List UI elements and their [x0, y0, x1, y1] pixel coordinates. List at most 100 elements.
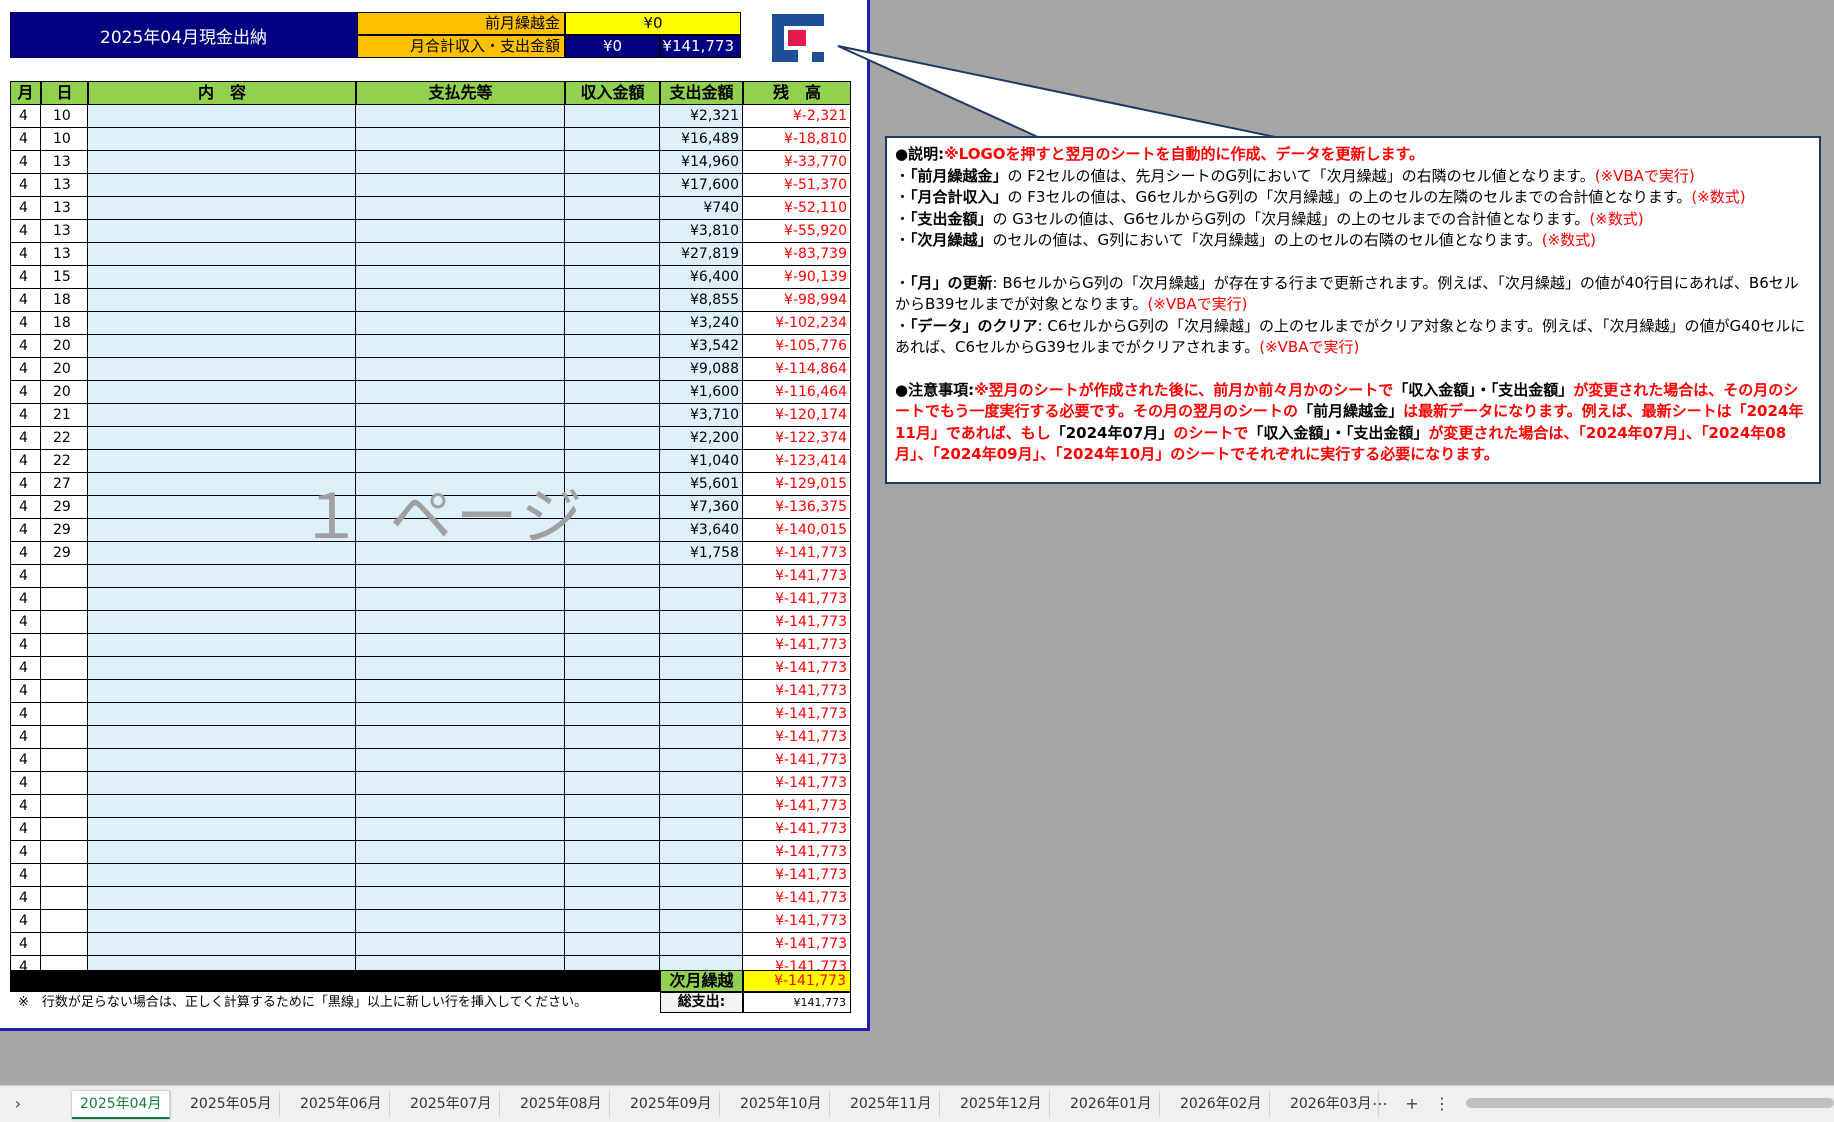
day-cell[interactable]	[41, 680, 88, 703]
day-cell[interactable]: 13	[41, 220, 88, 243]
expense-cell[interactable]	[660, 726, 743, 749]
income-cell[interactable]	[565, 772, 660, 795]
content-cell[interactable]	[88, 588, 356, 611]
balance-cell[interactable]: ¥-18,810	[743, 128, 851, 151]
month-cell[interactable]: 4	[10, 404, 41, 427]
expense-cell[interactable]: ¥3,240	[660, 312, 743, 335]
expense-cell[interactable]	[660, 634, 743, 657]
expense-cell[interactable]	[660, 657, 743, 680]
month-cell[interactable]: 4	[10, 841, 41, 864]
income-cell[interactable]	[565, 404, 660, 427]
balance-cell[interactable]: ¥-141,773	[743, 887, 851, 910]
day-cell[interactable]	[41, 657, 88, 680]
expense-cell[interactable]: ¥3,640	[660, 519, 743, 542]
black-line-row[interactable]	[10, 970, 660, 992]
income-cell[interactable]	[565, 657, 660, 680]
content-cell[interactable]	[88, 335, 356, 358]
payee-cell[interactable]	[356, 864, 565, 887]
day-cell[interactable]	[41, 864, 88, 887]
payee-cell[interactable]	[356, 312, 565, 335]
expense-cell[interactable]: ¥17,600	[660, 174, 743, 197]
horizontal-scrollbar[interactable]	[1466, 1098, 1834, 1108]
payee-cell[interactable]	[356, 818, 565, 841]
income-cell[interactable]	[565, 128, 660, 151]
content-cell[interactable]	[88, 289, 356, 312]
day-cell[interactable]: 18	[41, 289, 88, 312]
day-cell[interactable]: 20	[41, 335, 88, 358]
col-header-expense[interactable]: 支出金額	[660, 81, 743, 105]
month-cell[interactable]: 4	[10, 266, 41, 289]
sheet-tab[interactable]: 2025年09月	[622, 1091, 721, 1117]
payee-cell[interactable]	[356, 841, 565, 864]
balance-cell[interactable]: ¥-102,234	[743, 312, 851, 335]
day-cell[interactable]: 18	[41, 312, 88, 335]
income-cell[interactable]	[565, 795, 660, 818]
month-cell[interactable]: 4	[10, 312, 41, 335]
income-cell[interactable]	[565, 289, 660, 312]
content-cell[interactable]	[88, 519, 356, 542]
content-cell[interactable]	[88, 703, 356, 726]
sheet-tab[interactable]: 2026年02月	[1172, 1091, 1271, 1117]
month-cell[interactable]: 4	[10, 795, 41, 818]
content-cell[interactable]	[88, 496, 356, 519]
ellipsis-icon[interactable]: ⋯	[1370, 1091, 1390, 1117]
month-cell[interactable]: 4	[10, 151, 41, 174]
payee-cell[interactable]	[356, 496, 565, 519]
payee-cell[interactable]	[356, 427, 565, 450]
income-cell[interactable]	[565, 243, 660, 266]
payee-cell[interactable]	[356, 358, 565, 381]
income-cell[interactable]	[565, 358, 660, 381]
total-expense-label[interactable]: 総支出:	[660, 992, 743, 1013]
content-cell[interactable]	[88, 450, 356, 473]
payee-cell[interactable]	[356, 887, 565, 910]
payee-cell[interactable]	[356, 519, 565, 542]
logo-icon[interactable]	[770, 12, 826, 64]
balance-cell[interactable]: ¥-105,776	[743, 335, 851, 358]
content-cell[interactable]	[88, 795, 356, 818]
day-cell[interactable]: 29	[41, 519, 88, 542]
month-cell[interactable]: 4	[10, 197, 41, 220]
sheet-tab[interactable]: 2026年03月	[1282, 1091, 1379, 1117]
balance-cell[interactable]: ¥-141,773	[743, 588, 851, 611]
day-cell[interactable]: 21	[41, 404, 88, 427]
payee-cell[interactable]	[356, 795, 565, 818]
balance-cell[interactable]: ¥-98,994	[743, 289, 851, 312]
month-cell[interactable]: 4	[10, 289, 41, 312]
expense-cell[interactable]: ¥2,321	[660, 105, 743, 128]
expense-cell[interactable]	[660, 933, 743, 956]
balance-cell[interactable]: ¥-141,773	[743, 772, 851, 795]
sheet-tab[interactable]: 2025年10月	[732, 1091, 831, 1117]
next-carry-label[interactable]: 次月繰越	[660, 970, 743, 992]
day-cell[interactable]: 29	[41, 542, 88, 565]
payee-cell[interactable]	[356, 450, 565, 473]
balance-cell[interactable]: ¥-141,773	[743, 542, 851, 565]
next-carry-value[interactable]: ¥-141,773	[743, 970, 851, 992]
month-cell[interactable]: 4	[10, 680, 41, 703]
payee-cell[interactable]	[356, 910, 565, 933]
prev-carry-label[interactable]: 前月繰越金	[357, 12, 565, 35]
payee-cell[interactable]	[356, 243, 565, 266]
income-cell[interactable]	[565, 496, 660, 519]
income-cell[interactable]	[565, 910, 660, 933]
content-cell[interactable]	[88, 151, 356, 174]
day-cell[interactable]	[41, 588, 88, 611]
month-cell[interactable]: 4	[10, 634, 41, 657]
month-cell[interactable]: 4	[10, 749, 41, 772]
balance-cell[interactable]: ¥-136,375	[743, 496, 851, 519]
day-cell[interactable]	[41, 749, 88, 772]
income-cell[interactable]	[565, 864, 660, 887]
day-cell[interactable]	[41, 795, 88, 818]
content-cell[interactable]	[88, 105, 356, 128]
income-cell[interactable]	[565, 680, 660, 703]
expense-cell[interactable]	[660, 680, 743, 703]
explanation-callout[interactable]: ●説明:※LOGOを押すと翌月のシートを自動的に作成、データを更新します。 ・「…	[885, 136, 1821, 484]
balance-cell[interactable]: ¥-141,773	[743, 634, 851, 657]
payee-cell[interactable]	[356, 197, 565, 220]
sheet-tab[interactable]: 2026年01月	[1062, 1091, 1161, 1117]
balance-cell[interactable]: ¥-141,773	[743, 933, 851, 956]
content-cell[interactable]	[88, 243, 356, 266]
income-cell[interactable]	[565, 818, 660, 841]
expense-cell[interactable]: ¥14,960	[660, 151, 743, 174]
month-cell[interactable]: 4	[10, 128, 41, 151]
payee-cell[interactable]	[356, 473, 565, 496]
